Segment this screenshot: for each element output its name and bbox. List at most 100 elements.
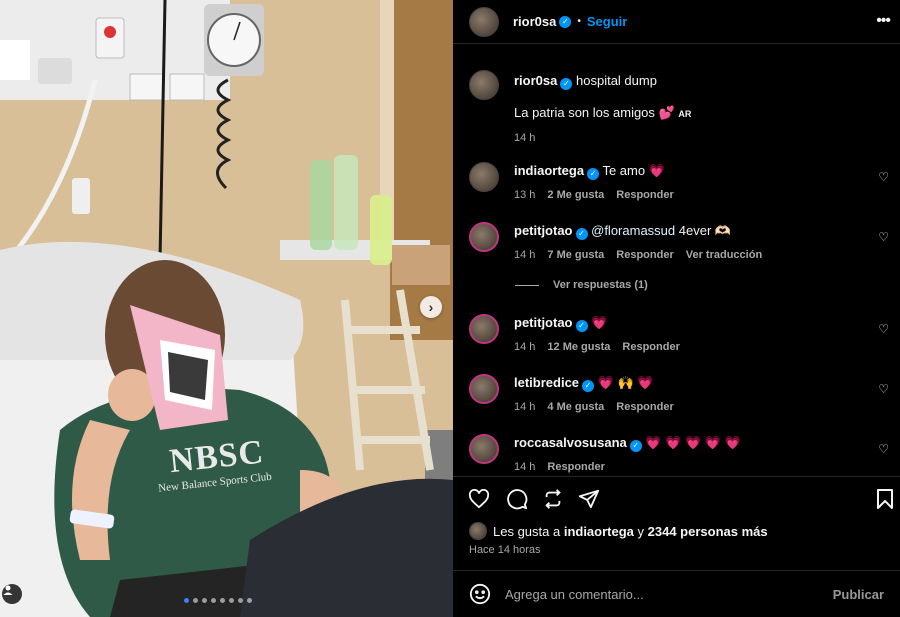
comment-line: petitjotao ✓ @floramassud 4ever 🫶🏻	[514, 222, 859, 240]
comment-meta: 13 h 2 Me gusta Responder	[514, 186, 859, 204]
comment-text: Te amo 💗	[602, 163, 665, 178]
follow-button[interactable]: Seguir	[587, 14, 627, 29]
post-side-panel: rior0sa ✓ • Seguir ••• rior0sa ✓ hospital…	[453, 0, 900, 617]
comment-line: letibredice ✓ 💗 🙌 💗	[514, 374, 859, 392]
likes-middle: y	[633, 523, 648, 539]
comment-like-icon[interactable]: ♡	[878, 322, 889, 336]
comment-meta: 14 h 4 Me gusta Responder	[514, 398, 859, 416]
carousel-dot	[184, 598, 189, 603]
carousel-dot	[238, 598, 243, 603]
action-bar	[453, 476, 900, 518]
comment-username[interactable]: petitjotao	[514, 315, 573, 330]
carousel-dot	[202, 598, 207, 603]
avatar[interactable]	[469, 222, 499, 252]
caption-title: hospital dump	[576, 73, 657, 88]
avatar[interactable]	[469, 314, 499, 344]
heart-icon[interactable]	[467, 487, 491, 511]
comment-mention[interactable]: @floramassud	[591, 223, 675, 238]
caption-text: La patria son los amigos 💕	[514, 105, 675, 120]
comment-time: 14 h	[514, 341, 536, 353]
repost-icon[interactable]	[541, 487, 565, 511]
user-icon	[3, 585, 13, 595]
likes-summary: Les gusta a indiaortega y 2344 personas …	[469, 522, 768, 540]
send-icon[interactable]	[577, 487, 601, 511]
comment-text: 💗 💗 💗 💗 💗	[645, 435, 741, 450]
comments-list[interactable]: rior0sa ✓ hospital dump La patria son los…	[453, 44, 900, 474]
avatar[interactable]	[469, 70, 499, 100]
comment-username[interactable]: petitjotao	[514, 223, 573, 238]
comment-like-icon[interactable]: ♡	[878, 170, 889, 184]
comment-meta: 14 h 12 Me gusta Responder	[514, 338, 859, 356]
comment-like-icon[interactable]: ♡	[878, 442, 889, 456]
reply-button[interactable]: Responder	[622, 338, 679, 356]
reply-button[interactable]: Responder	[547, 458, 604, 474]
verified-badge-icon: ✓	[559, 15, 572, 28]
translate-button[interactable]: Ver traducción	[686, 246, 762, 264]
comment-username[interactable]: letibredice	[514, 375, 579, 390]
comment-like-icon[interactable]: ♡	[878, 382, 889, 396]
hospital-photo-illustration	[0, 0, 453, 617]
comment-username[interactable]: roccasalvosusana	[514, 435, 627, 450]
view-replies-label: Ver respuestas (1)	[553, 279, 648, 291]
avatar[interactable]	[469, 374, 499, 404]
comment-text: 4ever 🫶🏻	[675, 223, 732, 238]
publish-button[interactable]: Publicar	[833, 587, 884, 602]
caption-title-line: rior0sa ✓ hospital dump	[514, 72, 859, 90]
comment-body: letibredice ✓ 💗 🙌 💗 14 h 4 Me gusta Respo…	[514, 374, 859, 416]
carousel-next-button[interactable]: ›	[420, 296, 442, 318]
post-photo[interactable]: NBSC New Balance Sports Club ›	[0, 0, 453, 617]
carousel-indicator	[184, 598, 252, 603]
comment-text: 💗	[591, 315, 608, 330]
likes-user[interactable]: indiaortega	[564, 524, 634, 539]
likes-prefix: Les gusta a	[493, 523, 564, 539]
comment-meta: 14 h Responder	[514, 458, 859, 474]
view-replies-button[interactable]: Ver respuestas (1)	[515, 279, 648, 291]
verified-badge-icon: ✓	[575, 228, 588, 240]
avatar[interactable]	[469, 6, 499, 37]
avatar[interactable]	[469, 434, 499, 464]
bookmark-icon[interactable]	[873, 487, 897, 511]
caption-time: 14 h	[514, 129, 859, 147]
comment-like-icon[interactable]: ♡	[878, 230, 889, 244]
comment-input[interactable]	[505, 586, 833, 602]
avatar[interactable]	[469, 162, 499, 192]
reply-button[interactable]: Responder	[616, 186, 673, 204]
comment-time: 14 h	[514, 461, 536, 473]
comment-line: roccasalvosusana ✓ 💗 💗 💗 💗 💗	[514, 434, 859, 452]
author-username[interactable]: rior0sa	[513, 14, 556, 29]
comment-likes[interactable]: 7 Me gusta	[547, 246, 604, 264]
carousel-dot	[211, 598, 216, 603]
comment-likes[interactable]: 2 Me gusta	[547, 186, 604, 204]
verified-badge-icon: ✓	[575, 320, 588, 332]
comment-time: 14 h	[514, 249, 536, 261]
caption-body: rior0sa ✓ hospital dump La patria son los…	[514, 72, 859, 147]
comment-likes[interactable]: 12 Me gusta	[547, 338, 610, 356]
replies-divider	[515, 284, 539, 286]
comment-body: indiaortega ✓ Te amo 💗 13 h 2 Me gusta Re…	[514, 162, 859, 204]
comment-icon[interactable]	[505, 487, 529, 511]
comment-body: petitjotao ✓ @floramassud 4ever 🫶🏻 14 h 7…	[514, 222, 859, 264]
post-header: rior0sa ✓ • Seguir •••	[453, 0, 900, 44]
comment-composer: Publicar	[453, 570, 900, 617]
comment-likes[interactable]: 4 Me gusta	[547, 398, 604, 416]
emoji-icon[interactable]	[469, 583, 491, 605]
comment-body: petitjotao ✓ 💗 14 h 12 Me gusta Responder	[514, 314, 859, 356]
carousel-dot	[247, 598, 252, 603]
tagged-users-button[interactable]	[2, 584, 22, 604]
comment-username[interactable]: indiaortega	[514, 163, 584, 178]
likes-text[interactable]: Les gusta a indiaortega y 2344 personas …	[493, 524, 768, 539]
caption-badge: AR	[678, 109, 692, 119]
reply-button[interactable]: Responder	[616, 398, 673, 416]
likes-count[interactable]: 2344 personas más	[648, 524, 768, 539]
caption-username[interactable]: rior0sa	[514, 73, 557, 88]
verified-badge-icon: ✓	[587, 168, 600, 180]
comment-meta: 14 h 7 Me gusta Responder Ver traducción	[514, 246, 859, 264]
separator-dot: •	[577, 16, 581, 27]
post-time: Hace 14 horas	[469, 544, 541, 556]
more-horizontal-icon[interactable]: •••	[876, 12, 891, 30]
verified-badge-icon: ✓	[629, 440, 642, 452]
reply-button[interactable]: Responder	[616, 246, 673, 264]
shirt-print: NBSC New Balance Sports Club	[158, 433, 273, 494]
avatar[interactable]	[469, 522, 487, 540]
carousel-dot	[220, 598, 225, 603]
